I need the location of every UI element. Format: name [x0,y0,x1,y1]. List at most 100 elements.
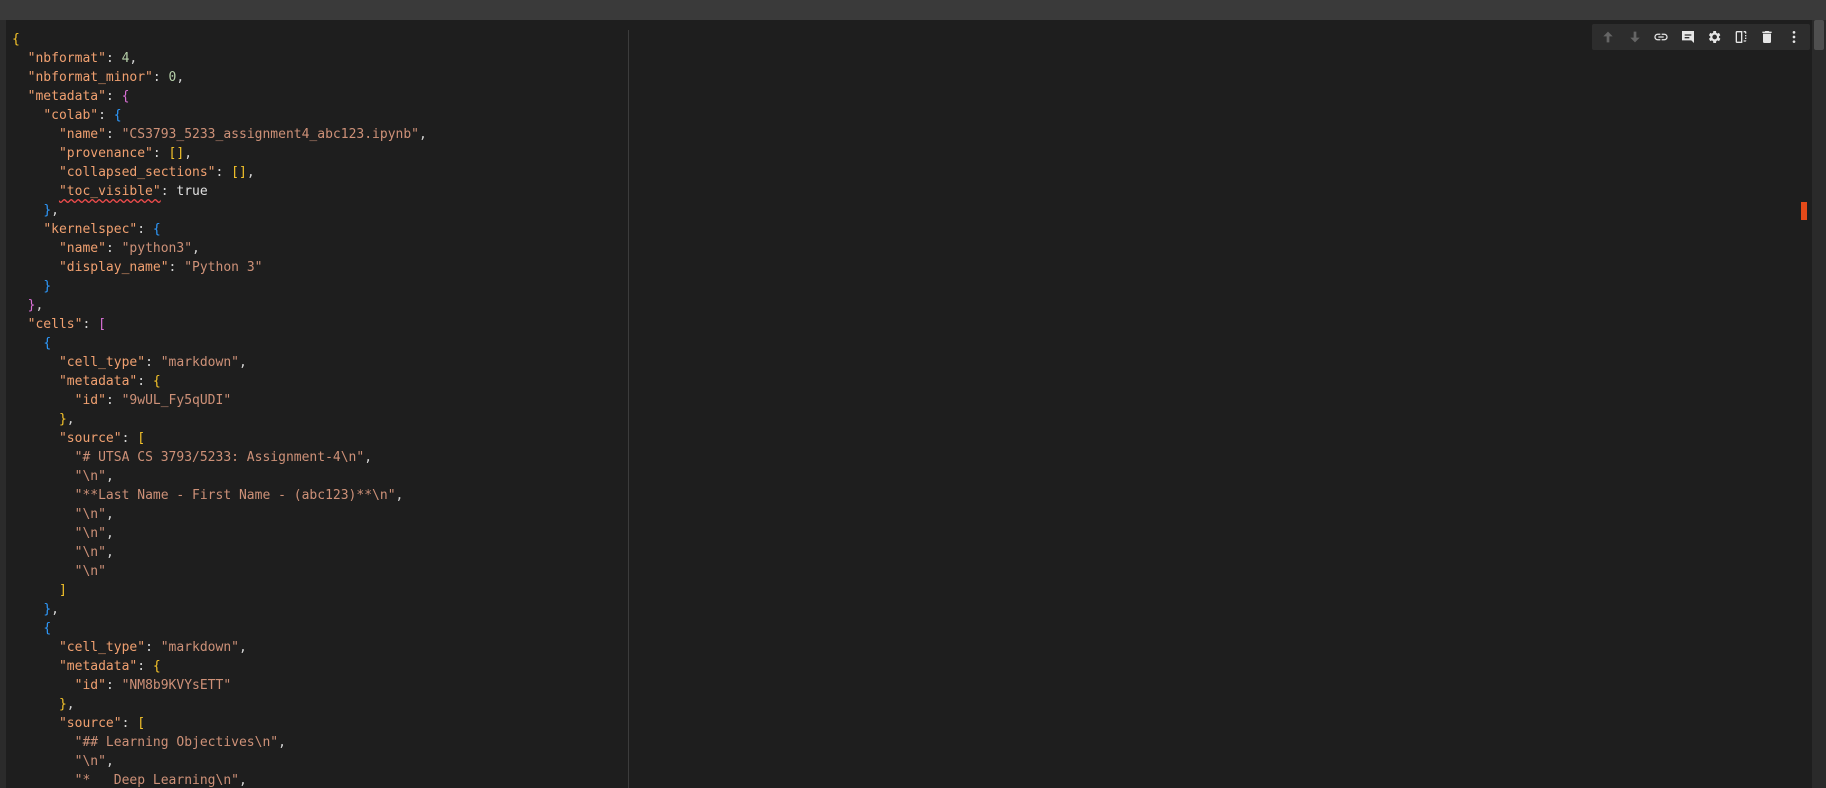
code-line[interactable]: { [12,619,427,638]
mirror-icon [1735,31,1747,43]
code-token: "name" [58,127,106,142]
code-line[interactable]: "collapsed_sections": [], [12,163,427,182]
code-token: "id" [74,393,106,408]
code-line[interactable]: "\n", [12,543,427,562]
code-line[interactable]: "# UTSA CS 3793/5233: Assignment-4\n", [12,448,427,467]
code-line[interactable]: "kernelspec": { [12,220,427,239]
code-token: "nbformat" [27,51,106,66]
code-line[interactable]: }, [12,695,427,714]
code-line[interactable]: "\n", [12,524,427,543]
vertical-scrollbar[interactable] [1812,20,1826,788]
code-line[interactable]: "metadata": { [12,87,427,106]
more-button[interactable] [1784,27,1804,47]
code-line[interactable]: "colab": { [12,106,427,125]
comment-icon [1681,31,1694,43]
code-token: } [58,412,67,427]
code-token: : [105,241,122,256]
code-token: , [246,165,255,180]
code-token: "metadata" [27,89,106,104]
code-line[interactable]: "source": [ [12,429,427,448]
code-token: , [51,602,59,617]
code-line[interactable]: } [12,277,427,296]
code-line[interactable]: "provenance": [], [12,144,427,163]
code-token: "markdown" [160,640,239,655]
move-up-button[interactable] [1598,27,1618,47]
code-token: [ [137,431,146,446]
code-token: : [145,640,161,655]
code-line[interactable]: }, [12,296,427,315]
code-line[interactable]: "nbformat_minor": 0, [12,68,427,87]
move-down-button[interactable] [1625,27,1645,47]
code-token: , [105,526,114,541]
code-line[interactable]: }, [12,410,427,429]
code-line[interactable]: }, [12,201,427,220]
code-token: , [419,127,427,142]
code-line[interactable]: "* Deep Learning\n", [12,771,427,788]
gear-icon [1709,31,1721,43]
code-editor[interactable]: { "nbformat": 4, "nbformat_minor": 0, "m… [6,20,1812,788]
code-line[interactable]: "id": "9wUL_Fy5qUDI" [12,391,427,410]
code-line[interactable]: "\n", [12,752,427,771]
delete-button[interactable] [1757,27,1777,47]
code-line[interactable]: "display_name": "Python 3" [12,258,427,277]
code-line[interactable]: ] [12,581,427,600]
link-button[interactable] [1651,27,1671,47]
code-line[interactable]: "cell_type": "markdown", [12,353,427,372]
mirror-button[interactable] [1731,27,1751,47]
code-token: "metadata" [58,374,138,389]
top-strip [0,0,1826,20]
code-line[interactable]: }, [12,600,427,619]
code-token: [] [231,165,247,180]
code-token: } [43,602,52,617]
code-line[interactable]: "name": "CS3793_5233_assignment4_abc123.… [12,125,427,144]
code-token: , [192,241,200,256]
code-line[interactable]: { [12,334,427,353]
code-lines[interactable]: { "nbformat": 4, "nbformat_minor": 0, "m… [12,30,427,788]
code-token: } [43,279,52,294]
code-token: "display_name" [58,260,169,275]
code-token: "\n" [74,526,106,541]
scrollbar-thumb[interactable] [1814,20,1824,50]
code-line[interactable]: "cell_type": "markdown", [12,638,427,657]
code-line[interactable]: "## Learning Objectives\n", [12,733,427,752]
code-token: "NM8b9KVYsETT" [121,678,232,693]
cell-toolbar [1592,24,1810,50]
code-line[interactable]: { [12,30,427,49]
code-line[interactable]: "name": "python3", [12,239,427,258]
code-token: : [105,127,122,142]
code-line[interactable]: "metadata": { [12,372,427,391]
code-line[interactable]: "cells": [ [12,315,427,334]
code-token: { [152,374,161,389]
link-icon [1654,33,1668,41]
error-marker [1801,202,1807,220]
code-line[interactable]: "\n" [12,562,427,581]
code-token: "\n" [74,507,106,522]
comment-button[interactable] [1678,27,1698,47]
code-line[interactable]: "source": [ [12,714,427,733]
code-line[interactable]: "toc_visible": true [12,182,427,201]
code-token: "toc_visible" [58,184,161,199]
code-line[interactable]: "**Last Name - First Name - (abc123)**\n… [12,486,427,505]
code-line[interactable]: "\n", [12,505,427,524]
code-token: "metadata" [58,659,138,674]
code-token: "**Last Name - First Name - (abc123)**\n… [74,488,396,503]
code-line[interactable]: "\n", [12,467,427,486]
settings-button[interactable] [1704,27,1724,47]
code-line[interactable]: "nbformat": 4, [12,49,427,68]
code-line[interactable]: "metadata": { [12,657,427,676]
code-line[interactable]: "id": "NM8b9KVYsETT" [12,676,427,695]
